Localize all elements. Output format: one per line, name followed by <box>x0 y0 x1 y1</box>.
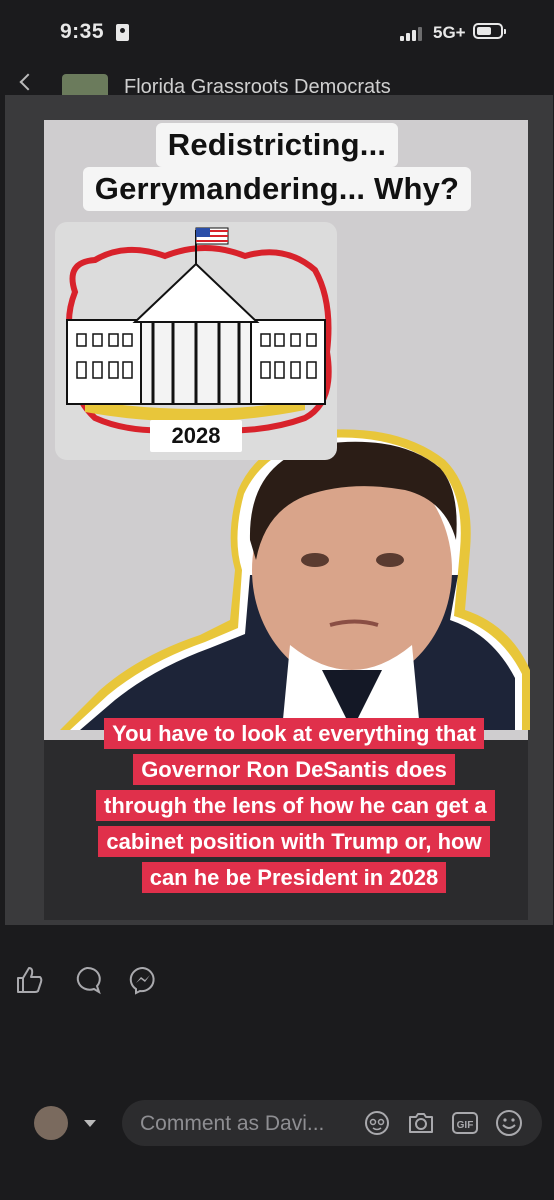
comment-input[interactable]: Comment as Davi... GIF <box>122 1100 542 1146</box>
back-arrow-icon[interactable] <box>19 73 37 91</box>
comment-bubble-icon[interactable] <box>72 965 102 995</box>
image-caption: You have to look at everything that Gove… <box>96 716 495 896</box>
image-caption-text: You have to look at everything that Gove… <box>96 718 495 893</box>
messenger-icon[interactable] <box>128 965 158 995</box>
camera-icon[interactable] <box>406 1108 436 1138</box>
gif-icon[interactable]: GIF <box>450 1108 480 1138</box>
headline-line-1-text: Redistricting... <box>155 123 399 167</box>
signal-strength-icon <box>400 26 426 41</box>
battery-icon <box>473 23 506 39</box>
svg-text:GIF: GIF <box>457 1120 474 1131</box>
comment-bar: Comment as Davi... GIF <box>0 1100 554 1148</box>
chevron-down-icon[interactable] <box>84 1120 96 1127</box>
comment-placeholder: Comment as Davi... <box>140 1112 325 1135</box>
politician-portrait-image <box>60 429 530 730</box>
post-actions <box>0 965 554 1009</box>
headline-line-2: Gerrymandering... Why? <box>0 167 554 211</box>
emoji-icon[interactable] <box>494 1108 524 1138</box>
headline-line-1: Redistricting... <box>0 123 554 167</box>
headline-line-2-text: Gerrymandering... Why? <box>82 167 472 211</box>
network-type: 5G+ <box>433 23 466 42</box>
status-bar: 9:35 5G+ <box>0 0 554 60</box>
sticker-year-label: 2028 <box>150 420 242 452</box>
id-card-icon <box>116 24 129 41</box>
commenter-avatar[interactable] <box>34 1106 68 1140</box>
status-time: 9:35 <box>60 20 105 43</box>
thumbs-up-icon[interactable] <box>14 965 44 995</box>
avatar-sticker-icon[interactable] <box>362 1108 392 1138</box>
